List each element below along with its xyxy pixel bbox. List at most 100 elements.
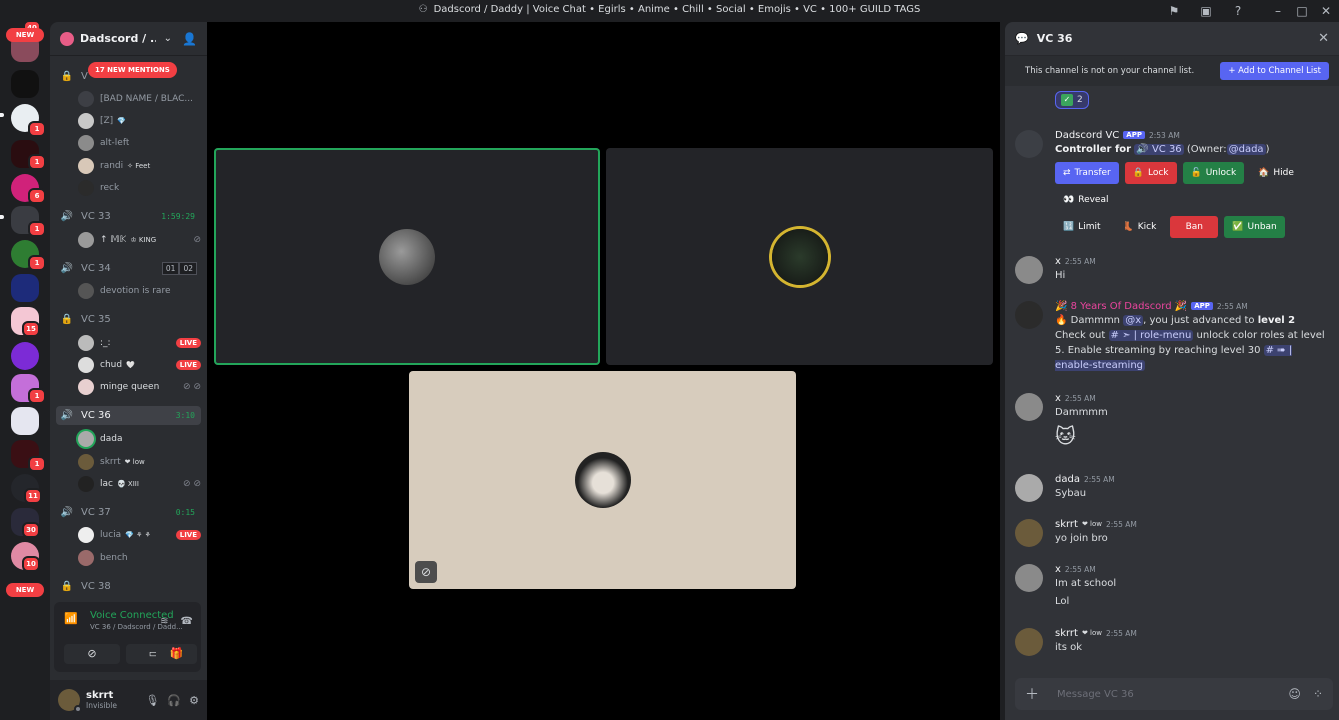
unban-button[interactable]: ✅ Unban <box>1224 216 1285 238</box>
kick-button[interactable]: 👢 Kick <box>1115 216 1165 238</box>
lock-button[interactable]: 🔒 Lock <box>1124 162 1177 184</box>
camera-toggle-button[interactable]: ⊘ <box>64 644 120 664</box>
inbox-icon[interactable]: ⚑ <box>1166 3 1182 19</box>
ban-button[interactable]: Ban <box>1170 216 1219 238</box>
emoji-icon[interactable]: ☺ <box>1288 687 1301 701</box>
avatar[interactable] <box>1015 130 1043 158</box>
voice-channel-vc38[interactable]: 🔒 VC 38 <box>56 577 201 596</box>
message: x 2:55 AM Hi <box>1015 254 1330 284</box>
voice-user[interactable]: dada <box>78 429 201 449</box>
limit-button[interactable]: 🔢 Limit <box>1055 216 1109 238</box>
avatar <box>78 113 94 129</box>
voice-user[interactable]: reck <box>78 178 201 198</box>
signal-icon[interactable]: 📶 <box>64 612 78 625</box>
chevron-down-icon[interactable]: ⌄ <box>164 33 172 44</box>
live-badge[interactable]: LIVE <box>175 360 201 370</box>
lock-icon: 🔒 <box>1132 168 1144 178</box>
voice-user[interactable]: :_: LIVE <box>78 333 201 353</box>
unlock-button[interactable]: 🔓 Unlock <box>1182 162 1245 184</box>
window-icon[interactable]: ▣ <box>1198 3 1214 19</box>
settings-gear-icon[interactable]: ⚙ <box>189 694 199 707</box>
voice-user[interactable]: lac 💀 XIII ⊘ ⊘ <box>78 474 201 494</box>
user-mention[interactable]: @x <box>1123 315 1144 326</box>
voice-user[interactable]: [BAD NAME / BLAC... <box>78 89 201 109</box>
close-icon[interactable]: ✕ <box>1318 31 1329 46</box>
author-name[interactable]: Dadscord VC <box>1055 130 1119 141</box>
server-icon[interactable] <box>11 274 39 302</box>
participant-tile-lac[interactable]: ⊘ <box>409 371 796 589</box>
help-icon[interactable]: ? <box>1230 3 1246 19</box>
author-name[interactable]: skrrt <box>1055 519 1078 530</box>
voice-channel-vc34[interactable]: 🔊 VC 34 01 02 <box>56 259 201 278</box>
avatar[interactable] <box>1015 474 1043 502</box>
message-input[interactable] <box>1057 688 1277 700</box>
sticker-image[interactable]: 🐱 <box>1055 424 1330 448</box>
hide-button[interactable]: 🏠 Hide <box>1250 162 1302 184</box>
voice-channel-vc33[interactable]: 🔊 VC 33 1:59:29 <box>56 207 201 226</box>
apps-icon[interactable]: ⁘ <box>1313 687 1323 701</box>
reveal-button[interactable]: 👀 Reveal <box>1055 189 1116 211</box>
close-window-icon[interactable]: ✕ <box>1318 3 1334 19</box>
add-attachment-icon[interactable]: ＋ <box>1025 684 1039 704</box>
server-icon[interactable] <box>11 70 39 98</box>
author-name[interactable]: x <box>1055 393 1061 404</box>
disconnect-icon[interactable]: ☎ <box>181 616 193 627</box>
noise-suppression-icon[interactable]: ≋ <box>160 616 168 627</box>
voice-user[interactable]: devotion is rare <box>78 281 201 301</box>
server-icon[interactable] <box>11 342 39 370</box>
server-icon[interactable] <box>11 407 39 435</box>
user-name: ↑ 𝕄𝕂 <box>100 235 127 245</box>
button-label: Hide <box>1273 168 1294 178</box>
camera-off-icon: ⊘ <box>87 647 97 660</box>
participant-tile-skrrt[interactable] <box>606 148 993 365</box>
avatar[interactable] <box>1015 256 1043 284</box>
guild-header[interactable]: Dadscord / ... ⌄ 👤 <box>50 22 207 56</box>
channel-mention[interactable]: # ➣ | role-menu <box>1108 330 1194 341</box>
camera-off-icon[interactable]: ⊘ <box>415 561 437 583</box>
author-name[interactable]: 🎉 8 Years Of Dadscord 🎉 <box>1055 301 1187 312</box>
reaction[interactable]: ✓ 2 <box>1055 91 1089 109</box>
voice-user[interactable]: lucia 💎 ⚘ ⚘ LIVE <box>78 525 201 545</box>
author-name[interactable]: skrrt <box>1055 628 1078 639</box>
avatar[interactable] <box>58 689 82 713</box>
avatar[interactable] <box>1015 301 1043 329</box>
voice-channel-vc36[interactable]: 🔊 VC 36 3:10 <box>56 406 201 425</box>
voice-user[interactable]: [Z] 💎 <box>78 111 201 131</box>
activities-button[interactable]: 🎁 <box>156 644 197 664</box>
transfer-button[interactable]: ⇄ Transfer <box>1055 162 1119 184</box>
camera-off-icon: ⊘ <box>193 235 201 245</box>
voice-user[interactable]: ↑ 𝕄𝕂 ♔ KING ⊘ <box>78 230 201 250</box>
author-name[interactable]: dada <box>1055 474 1080 485</box>
invite-icon[interactable]: 👤 <box>182 32 197 46</box>
live-badge[interactable]: LIVE <box>175 338 201 348</box>
voice-user[interactable]: alt-left <box>78 133 201 153</box>
participant-tile-dada[interactable] <box>214 148 600 365</box>
avatar[interactable] <box>1015 393 1043 421</box>
avatar[interactable] <box>1015 564 1043 592</box>
author-name[interactable]: x <box>1055 564 1061 575</box>
user-mention[interactable]: @dada <box>1226 144 1266 155</box>
unread-pill <box>0 113 4 117</box>
voice-user[interactable]: skrrt ❤ low <box>78 452 201 472</box>
new-mentions-pill[interactable]: 17 NEW MENTIONS <box>88 62 177 78</box>
maximize-icon[interactable]: □ <box>1294 3 1310 19</box>
mic-icon[interactable]: 🎙 <box>145 694 159 707</box>
user-name: alt-left <box>100 138 130 148</box>
avatar <box>78 476 94 492</box>
message: dada 2:55 AM Sybau <box>1015 472 1330 502</box>
voice-user[interactable]: randi ✧ Feet <box>78 156 201 176</box>
avatar[interactable] <box>1015 628 1043 656</box>
headphones-icon[interactable]: 🎧 <box>167 694 181 707</box>
avatar[interactable] <box>1015 519 1043 547</box>
minimize-icon[interactable]: – <box>1270 3 1286 19</box>
voice-channel-vc35[interactable]: 🔒 VC 35 <box>56 310 201 329</box>
guild-icon <box>60 31 74 46</box>
live-badge[interactable]: LIVE <box>175 530 201 540</box>
author-name[interactable]: x <box>1055 256 1061 267</box>
voice-user[interactable]: bench <box>78 548 201 568</box>
voice-user[interactable]: chud 🤍 LIVE <box>78 355 201 375</box>
channel-mention[interactable]: 🔊 VC 36 <box>1134 144 1184 155</box>
voice-user[interactable]: minge queen ⊘ ⊘ <box>78 377 201 397</box>
voice-channel-vc37[interactable]: 🔊 VC 37 0:15 <box>56 503 201 522</box>
add-to-channel-list-button[interactable]: + Add to Channel List <box>1220 62 1329 80</box>
